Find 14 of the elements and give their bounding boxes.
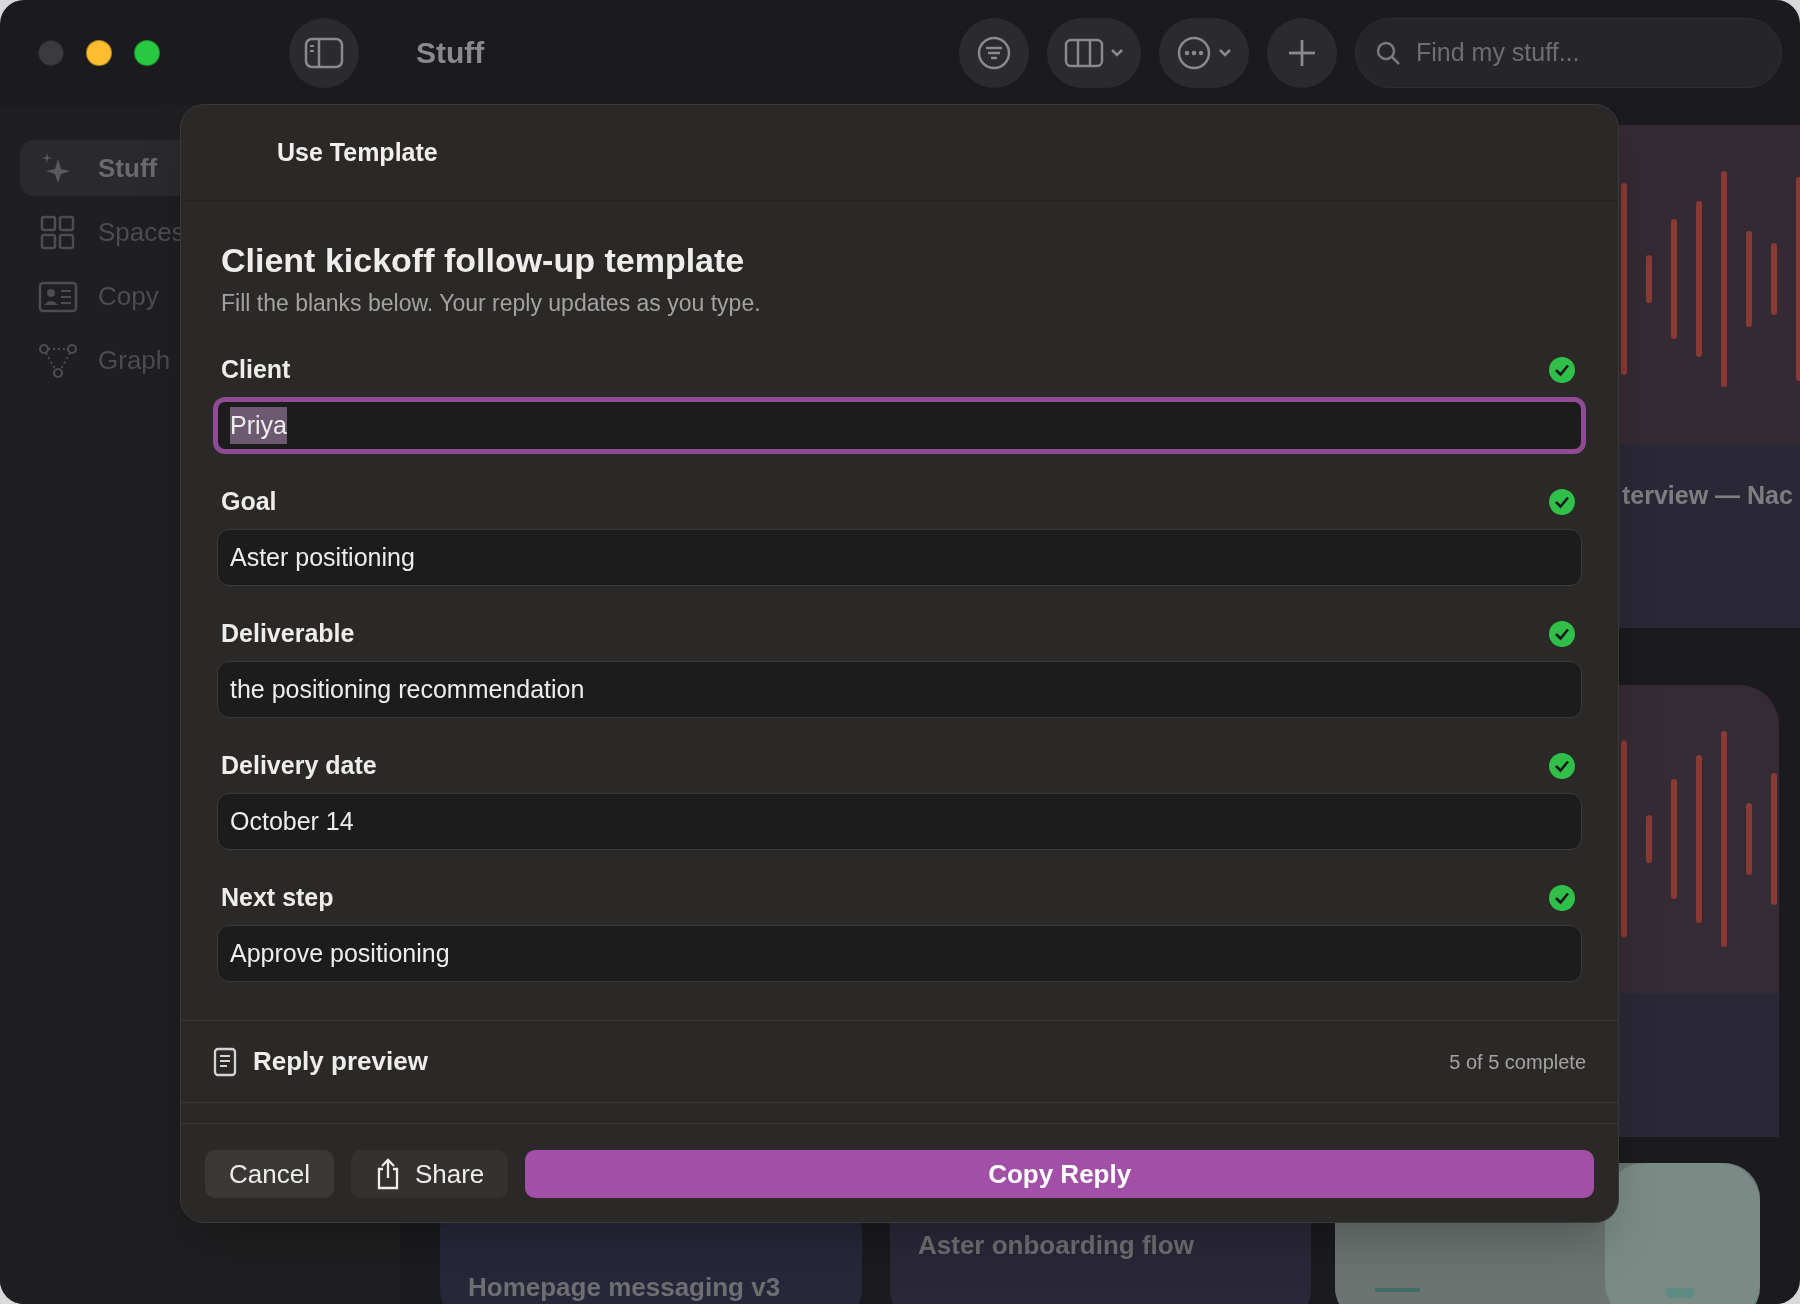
dialog-title: Use Template <box>277 136 438 168</box>
field-label: Delivery date <box>221 750 377 782</box>
field-label: Goal <box>221 486 277 518</box>
preview-label: Reply preview <box>253 1045 428 1078</box>
template-title: Client kickoff follow-up template <box>220 240 746 281</box>
window-title: Stuff <box>416 35 485 71</box>
field-label: Deliverable <box>221 618 355 650</box>
card-title: Aster onboarding flow <box>918 1229 1194 1262</box>
template-description: Fill the blanks below. Your reply updates as you type. <box>220 289 762 317</box>
field-label: Next step <box>221 882 334 914</box>
card-title: Homepage messaging v3 <box>468 1271 781 1304</box>
completion-status: 5 of 5 complete <box>1449 1049 1586 1075</box>
card-title: terview — Nac <box>1622 480 1793 511</box>
field-label: Client <box>221 354 291 386</box>
